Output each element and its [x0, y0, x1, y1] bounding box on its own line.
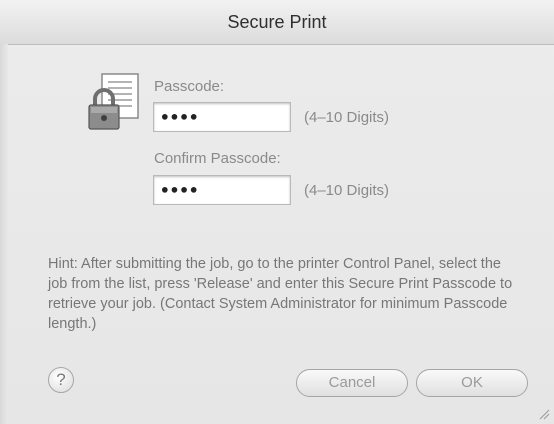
ok-button[interactable]: OK — [416, 369, 528, 397]
passcode-field[interactable] — [153, 102, 291, 132]
title-bar: Secure Print — [0, 0, 554, 45]
dialog-title: Secure Print — [227, 12, 327, 32]
cancel-button[interactable]: Cancel — [296, 369, 408, 397]
hint-text: Hint: After submitting the job, go to th… — [48, 256, 513, 332]
lock-document-icon — [88, 73, 139, 130]
confirm-passcode-label: Confirm Passcode: — [154, 150, 281, 167]
help-icon: ? — [56, 370, 66, 389]
window-edge — [0, 44, 8, 424]
passcode-label: Passcode: — [154, 78, 225, 95]
confirm-digits-hint: (4–10 Digits) — [304, 182, 390, 199]
help-button[interactable]: ? — [48, 367, 74, 393]
confirm-passcode-field[interactable] — [153, 175, 291, 205]
resize-grip-icon[interactable] — [538, 408, 550, 420]
secure-print-dialog: Secure Print Passcode: (4–10 Digits) Con… — [0, 0, 554, 424]
passcode-digits-hint: (4–10 Digits) — [304, 109, 390, 126]
